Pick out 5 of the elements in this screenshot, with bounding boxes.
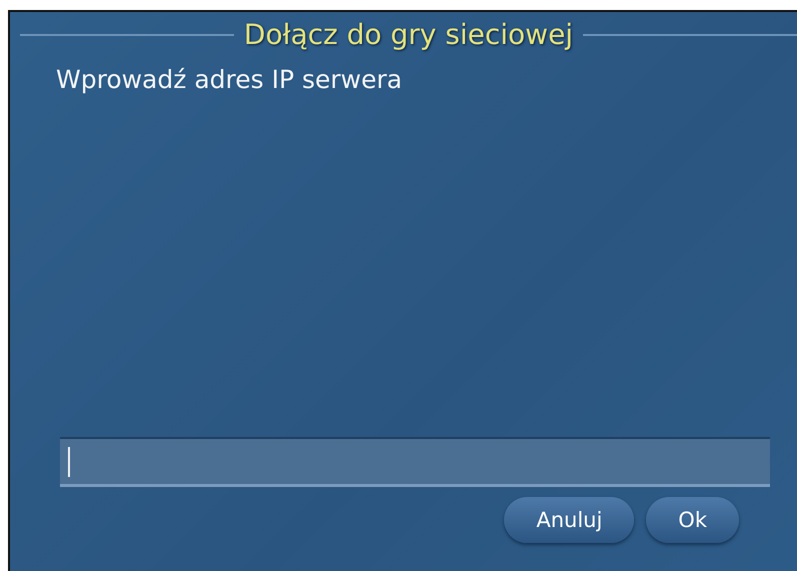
ip-input-field[interactable] (60, 437, 770, 487)
prompt-label: Wprowadź adres IP serwera (56, 65, 404, 94)
dialog-button[interactable]: Anuluj (504, 497, 634, 543)
dialog-button[interactable]: Ok (646, 497, 739, 543)
dialog-title: Dołącz do gry sieciowej (244, 18, 574, 51)
